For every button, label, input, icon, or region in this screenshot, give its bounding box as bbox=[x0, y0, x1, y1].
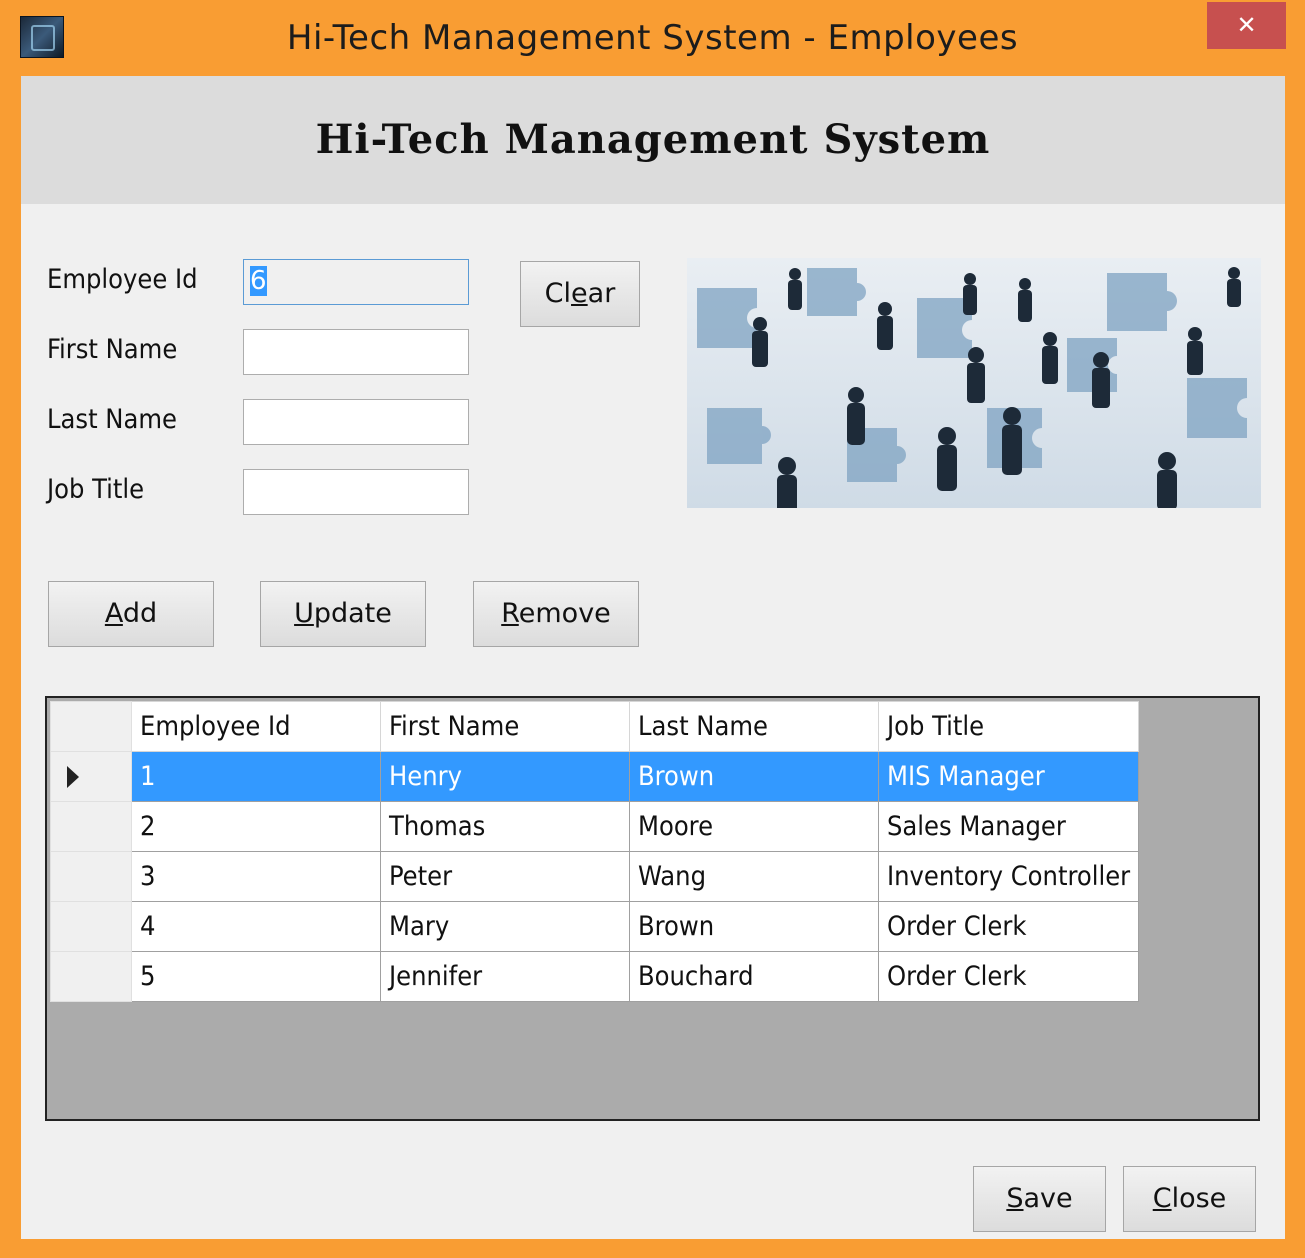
current-row-arrow-icon bbox=[67, 765, 79, 788]
row-header[interactable] bbox=[50, 751, 132, 802]
table-cell[interactable]: 1 bbox=[131, 751, 381, 802]
title-bar: Hi-Tech Management System - Employees ✕ bbox=[0, 0, 1305, 76]
first-name-field[interactable] bbox=[243, 329, 469, 375]
form-client-area: Hi-Tech Management System Employee Id 6 … bbox=[21, 76, 1285, 1239]
table-cell[interactable]: Brown bbox=[629, 751, 879, 802]
table-cell[interactable]: Jennifer bbox=[380, 951, 630, 1002]
job-title-field[interactable] bbox=[243, 469, 469, 515]
table-cell[interactable]: 5 bbox=[131, 951, 381, 1002]
last-name-label: Last Name bbox=[47, 404, 177, 435]
table-row[interactable]: 4 Mary Brown Order Clerk bbox=[50, 901, 1140, 952]
table-cell[interactable]: 3 bbox=[131, 851, 381, 902]
window-title: Hi-Tech Management System - Employees bbox=[286, 18, 1019, 58]
table-row[interactable]: 2 Thomas Moore Sales Manager bbox=[50, 801, 1140, 852]
column-header[interactable]: First Name bbox=[380, 701, 630, 752]
table-cell[interactable]: MIS Manager bbox=[877, 751, 1140, 802]
table-cell[interactable]: 4 bbox=[131, 901, 381, 952]
table-cell[interactable]: Order Clerk bbox=[877, 951, 1140, 1002]
first-name-label: First Name bbox=[47, 334, 178, 365]
employee-id-field[interactable]: 6 bbox=[243, 259, 469, 305]
table-header-row: Employee Id First Name Last Name Job Tit… bbox=[50, 701, 1140, 752]
table-cell[interactable]: Sales Manager bbox=[877, 801, 1140, 852]
window-close-button[interactable]: ✕ bbox=[1207, 2, 1286, 49]
table-cell[interactable]: Henry bbox=[380, 751, 630, 802]
add-button[interactable]: Add bbox=[48, 581, 214, 647]
table-cell[interactable]: Brown bbox=[629, 901, 879, 952]
column-header[interactable]: Job Title bbox=[877, 701, 1140, 752]
row-header[interactable] bbox=[50, 801, 132, 852]
table-cell[interactable]: Bouchard bbox=[629, 951, 879, 1002]
table-cell[interactable]: Moore bbox=[629, 801, 879, 852]
table-row[interactable]: 5 Jennifer Bouchard Order Clerk bbox=[50, 951, 1140, 1002]
row-header-corner bbox=[50, 701, 132, 752]
column-header[interactable]: Employee Id bbox=[131, 701, 381, 752]
table-row[interactable]: 3 Peter Wang Inventory Controller bbox=[50, 851, 1140, 902]
remove-button[interactable]: Remove bbox=[473, 581, 639, 647]
last-name-field[interactable] bbox=[243, 399, 469, 445]
employees-data-grid[interactable]: Employee Id First Name Last Name Job Tit… bbox=[45, 696, 1260, 1121]
table-cell[interactable]: Thomas bbox=[380, 801, 630, 852]
employee-id-value: 6 bbox=[250, 266, 267, 296]
row-header[interactable] bbox=[50, 951, 132, 1002]
row-header[interactable] bbox=[50, 901, 132, 952]
table-cell[interactable]: Order Clerk bbox=[877, 901, 1140, 952]
employees-table: Employee Id First Name Last Name Job Tit… bbox=[50, 701, 1140, 1002]
clear-button[interactable]: Clear bbox=[520, 261, 640, 327]
header-banner: Hi-Tech Management System bbox=[21, 76, 1285, 204]
column-header[interactable]: Last Name bbox=[629, 701, 879, 752]
table-cell[interactable]: Mary bbox=[380, 901, 630, 952]
table-cell[interactable]: Peter bbox=[380, 851, 630, 902]
table-row[interactable]: 1 Henry Brown MIS Manager bbox=[50, 751, 1140, 802]
table-cell[interactable]: 2 bbox=[131, 801, 381, 852]
business-people-puzzle-image bbox=[687, 258, 1261, 508]
job-title-label: Job Title bbox=[47, 474, 145, 505]
save-button[interactable]: Save bbox=[973, 1166, 1106, 1232]
close-button[interactable]: Close bbox=[1123, 1166, 1256, 1232]
table-cell[interactable]: Inventory Controller bbox=[877, 851, 1140, 902]
row-header[interactable] bbox=[50, 851, 132, 902]
table-cell[interactable]: Wang bbox=[629, 851, 879, 902]
banner-title: Hi-Tech Management System bbox=[315, 116, 991, 163]
employee-id-label: Employee Id bbox=[47, 264, 198, 295]
update-button[interactable]: Update bbox=[260, 581, 426, 647]
